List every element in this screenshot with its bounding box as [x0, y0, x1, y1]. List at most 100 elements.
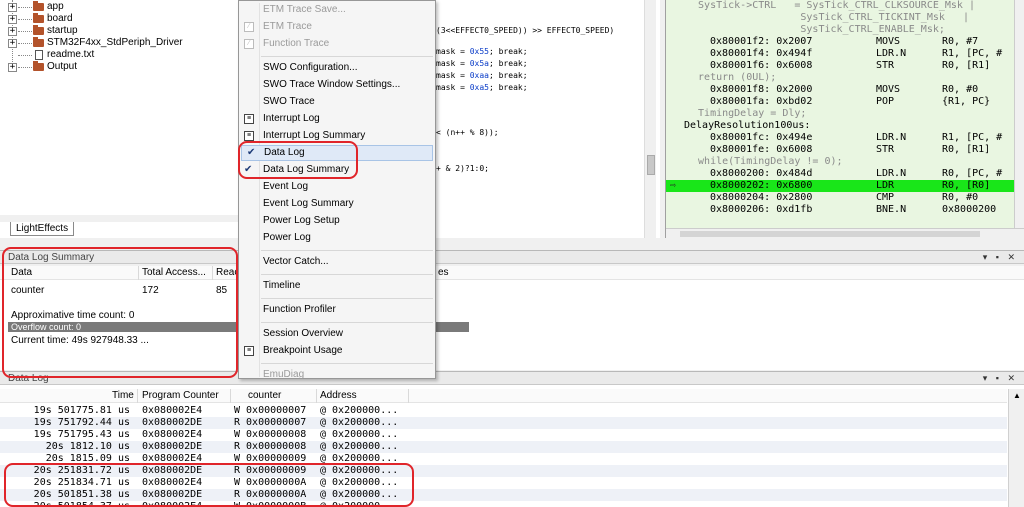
table-row[interactable]: 20s 251834.71 us 0x080002E4 W 0x0000000A @ …	[0, 477, 1007, 489]
disassembly-line[interactable]: 0x80001fe: 0x6008 STR R0, [R1]	[666, 144, 1015, 156]
expand-icon[interactable]: +	[8, 3, 17, 12]
menu-item-label: Power Log	[263, 232, 311, 243]
table-row[interactable]: 20s 1815.09 us 0x080002E4 W 0x00000009 @ 0x…	[0, 453, 1007, 465]
menu-item-swo-trace-window-settings[interactable]: SWO Trace Window Settings...	[239, 77, 435, 93]
panel-controls[interactable]: ▾ ▪ ✕	[983, 372, 1018, 385]
disassembly-line[interactable]: DelayResolution100us:	[666, 120, 1015, 132]
disassembly-scroll-thumb[interactable]	[680, 231, 980, 237]
menu-item-interrupt-log-summary[interactable]: ≡ Interrupt Log Summary	[239, 128, 435, 144]
menu-item-label: Event Log Summary	[263, 198, 354, 209]
disassembly-line[interactable]: 0x80001f8: 0x2000 MOVS R0, #0	[666, 84, 1015, 96]
expand-icon[interactable]: +	[8, 63, 17, 72]
instruction-opcode: POP	[876, 96, 895, 107]
disassembly-line[interactable]: TimingDelay = Dly;	[666, 108, 1015, 120]
log-program-counter: 0x080002E4	[142, 429, 203, 440]
disassembly-line[interactable]: 0x80001f2: 0x2007 MOVS R0, #7	[666, 36, 1015, 48]
summary-table-header: Data Total Access... Reac es	[0, 266, 1024, 280]
menu-item-data-log[interactable]: ✔ Data Log	[241, 145, 433, 161]
table-row[interactable]: 20s 501851.38 us 0x080002DE R 0x0000000A @ …	[0, 489, 1007, 501]
menu-item-label: Power Log Setup	[263, 215, 340, 226]
instruction-opcode: LDR	[876, 180, 895, 191]
summary-row-reads: 85	[216, 285, 228, 296]
menu-item-breakpoint-usage[interactable]: ≡ Breakpoint Usage	[239, 343, 435, 359]
disassembly-line[interactable]: 0x8000206: 0xd1fb BNE.N 0x8000200	[666, 204, 1015, 216]
menu-item-session-overview[interactable]: Session Overview	[239, 326, 435, 342]
disassembly-vertical-scrollbar[interactable]	[1014, 0, 1024, 228]
menu-item-swo-configuration[interactable]: SWO Configuration...	[239, 60, 435, 76]
workspace-panel: + app + board + startup + STM32F4xx_StdPeriph_D…	[0, 0, 240, 238]
menu-item-function-profiler[interactable]: Function Profiler	[239, 302, 435, 318]
menu-item-swo-trace[interactable]: SWO Trace	[239, 94, 435, 110]
code-text: mask =	[436, 71, 470, 80]
expand-icon[interactable]: +	[8, 27, 17, 36]
code-text: ; break;	[488, 47, 528, 56]
log-time: 20s 501854.37 us	[33, 501, 130, 507]
expand-icon[interactable]: +	[8, 39, 17, 48]
log-address: @ 0x200000...	[320, 441, 399, 452]
tree-item-label: startup	[47, 25, 78, 36]
tree-item[interactable]: readme.txt	[0, 49, 239, 61]
editor-scroll-thumb[interactable]	[647, 155, 655, 175]
menu-item-interrupt-log[interactable]: ≡ Interrupt Log	[239, 111, 435, 127]
table-row[interactable]: 19s 501775.81 us 0x080002E4 W 0x00000007 @ …	[0, 405, 1007, 417]
summary-col-total[interactable]: Total Access...	[142, 267, 206, 279]
tree-item[interactable]: + app	[0, 1, 239, 13]
disassembly-line[interactable]: return (0UL);	[666, 72, 1015, 84]
tree-item[interactable]: + board	[0, 13, 239, 25]
table-row[interactable]: 20s 1812.10 us 0x080002DE R 0x00000008 @ 0x…	[0, 441, 1007, 453]
disassembly-horizontal-scrollbar[interactable]	[666, 228, 1024, 238]
code-hex-literal: 0xa5	[469, 83, 489, 92]
source-line: while(TimingDelay != 0);	[686, 156, 843, 167]
menu-item-power-log-setup[interactable]: Power Log Setup	[239, 213, 435, 229]
table-row[interactable]: 19s 751792.44 us 0x080002DE R 0x00000007 @ …	[0, 417, 1007, 429]
log-col-counter[interactable]: counter	[248, 390, 281, 402]
workspace-tab[interactable]: LightEffects	[10, 222, 75, 236]
disassembly-line[interactable]: SysTick->CTRL = SysTick_CTRL_CLKSOURCE_M…	[666, 0, 1015, 12]
menu-item-etm-trace-save[interactable]: ETM Trace Save...	[239, 2, 435, 18]
instruction-opcode: MOVS	[876, 36, 901, 47]
disassembly-line[interactable]: SysTick_CTRL_ENABLE_Msk;	[666, 24, 1015, 36]
menu-item-data-log-summary[interactable]: ✔ Data Log Summary	[239, 162, 435, 178]
log-time: 20s 251834.71 us	[33, 477, 130, 488]
disassembly-line[interactable]: 0x80001fc: 0x494e LDR.N R1, [PC, #	[666, 132, 1015, 144]
tree-item[interactable]: + STM32F4xx_StdPeriph_Driver	[0, 37, 239, 49]
tree-connector	[18, 67, 32, 68]
log-col-time[interactable]: Time	[112, 390, 134, 402]
table-row[interactable]: 20s 251831.72 us 0x080002DE R 0x00000009 @ …	[0, 465, 1007, 477]
menu-item-label: Interrupt Log Summary	[263, 130, 366, 141]
disassembly-line[interactable]: 0x80001f4: 0x494f LDR.N R1, [PC, #	[666, 48, 1015, 60]
table-row[interactable]: 20s 501854.37 us 0x080002E4 W 0x0000000B @ …	[0, 501, 1007, 507]
panel-controls[interactable]: ▾ ▪ ✕	[983, 251, 1018, 264]
log-program-counter: 0x080002DE	[142, 417, 203, 428]
data-log-scrollbar[interactable]: ▲	[1008, 389, 1024, 507]
menu-item-power-log[interactable]: Power Log	[239, 230, 435, 246]
disassembly-line[interactable]: 0x8000200: 0x484d LDR.N R0, [PC, #	[666, 168, 1015, 180]
tree-item[interactable]: + startup	[0, 25, 239, 37]
instruction-address: 0x80001f2: 0x2007	[710, 36, 813, 47]
tree-item[interactable]: + Output	[0, 61, 239, 73]
disassembly-line[interactable]: 0x8000204: 0x2800 CMP R0, #0	[666, 192, 1015, 204]
disassembly-line[interactable]: 0x80001fa: 0xbd02 POP {R1, PC}	[666, 96, 1015, 108]
menu-item-vector-catch[interactable]: Vector Catch...	[239, 254, 435, 270]
summary-col-trailing[interactable]: es	[438, 267, 449, 279]
editor-scrollbar[interactable]	[644, 0, 656, 238]
current-instruction-line[interactable]: ⇨ 0x8000202: 0x6800 LDR R0, [R0]	[666, 180, 1015, 192]
log-col-pc[interactable]: Program Counter	[142, 390, 219, 402]
workspace-scrollbar[interactable]	[0, 215, 239, 222]
disassembly-line[interactable]: while(TimingDelay != 0);	[666, 156, 1015, 168]
log-address: @ 0x200000...	[320, 405, 399, 416]
log-col-address[interactable]: Address	[320, 390, 357, 402]
menu-item-event-log-summary[interactable]: Event Log Summary	[239, 196, 435, 212]
menu-item-timeline[interactable]: Timeline	[239, 278, 435, 294]
expand-icon[interactable]: +	[8, 15, 17, 24]
disassembly-line[interactable]: 0x80001f6: 0x6008 STR R0, [R1]	[666, 60, 1015, 72]
menu-item-function-trace[interactable]: ⁄ Function Trace	[239, 36, 435, 52]
summary-col-data[interactable]: Data	[11, 267, 32, 279]
summary-col-reads[interactable]: Reac	[216, 267, 239, 279]
disassembly-line[interactable]: SysTick_CTRL_TICKINT_Msk |	[666, 12, 1015, 24]
menu-item-emudiag[interactable]: EmuDiag	[239, 367, 435, 383]
table-row[interactable]: 19s 751795.43 us 0x080002E4 W 0x00000008 @ …	[0, 429, 1007, 441]
menu-item-etm-trace[interactable]: ⁄ ETM Trace	[239, 19, 435, 35]
scroll-up-arrow-icon[interactable]: ▲	[1013, 391, 1021, 400]
menu-item-event-log[interactable]: Event Log	[239, 179, 435, 195]
